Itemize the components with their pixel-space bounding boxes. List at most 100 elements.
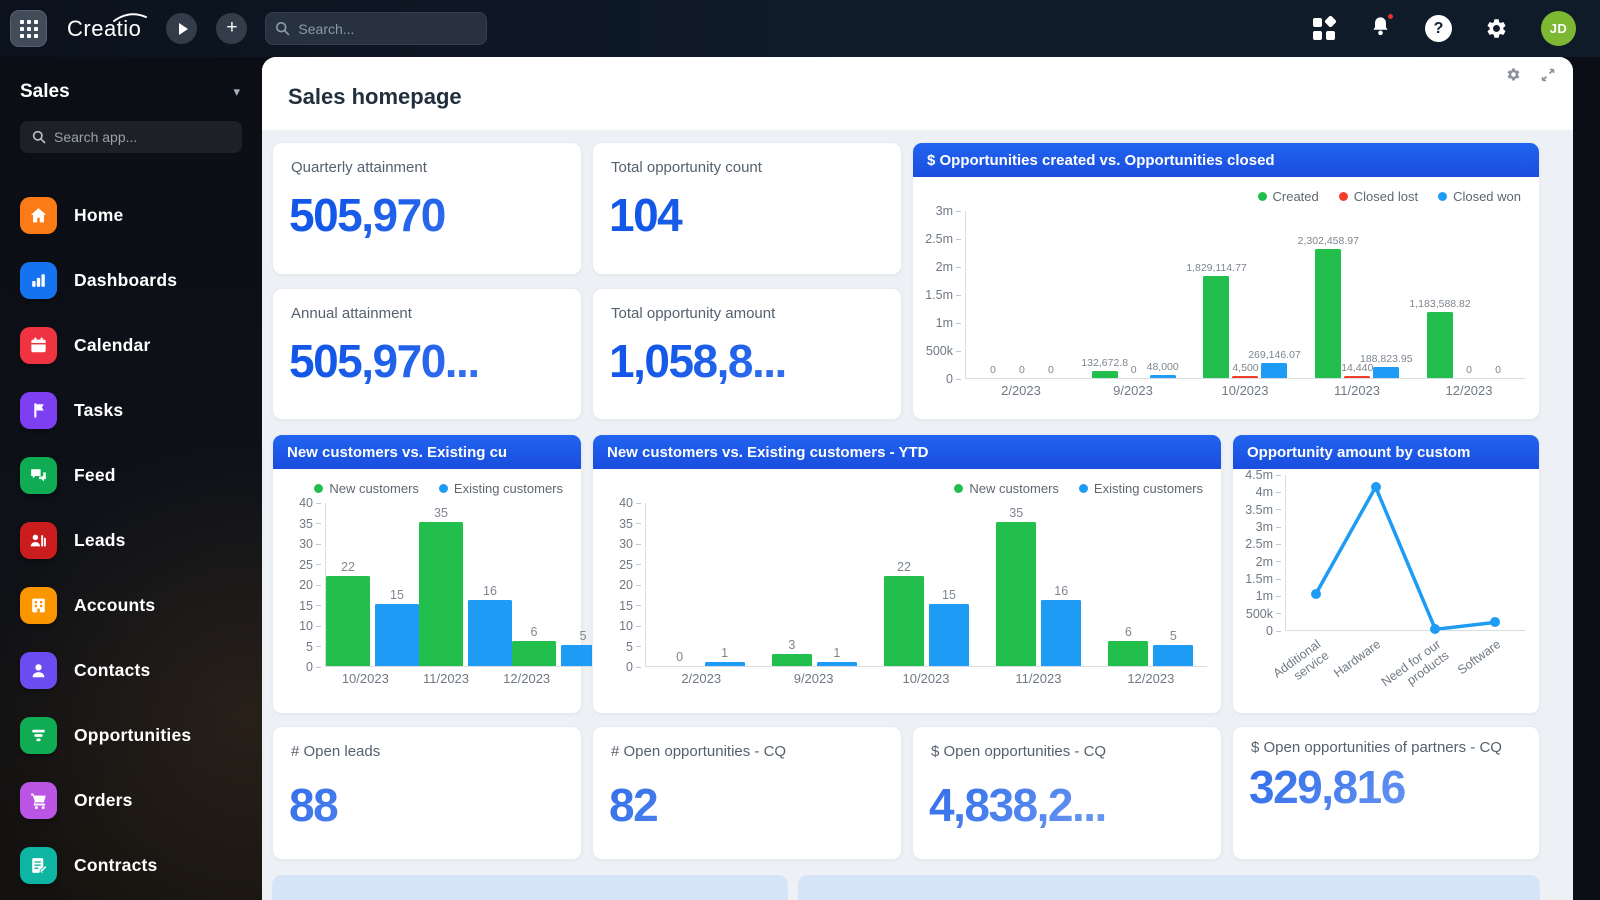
sidebar-item-contacts[interactable]: Contacts xyxy=(0,638,262,703)
bar[interactable] xyxy=(884,576,924,666)
data-point[interactable] xyxy=(1311,589,1321,599)
user-avatar[interactable]: JD xyxy=(1541,11,1576,46)
chart-new-vs-existing: New customersExisting customers403530252… xyxy=(273,469,581,690)
sidebar-item-dashboards[interactable]: Dashboards xyxy=(0,248,262,313)
chart-title[interactable]: Opportunity amount by custom xyxy=(1233,435,1539,469)
bar[interactable] xyxy=(419,522,463,666)
bar-wrap: 1 xyxy=(705,646,745,666)
bar[interactable] xyxy=(1108,641,1148,666)
bar[interactable] xyxy=(1373,367,1399,378)
x-tick-label: 2/2023 xyxy=(645,671,757,686)
bar-wrap: 2,302,458.97 xyxy=(1315,235,1341,378)
bar-value-label: 35 xyxy=(1009,506,1023,520)
y-tick-label: 25 xyxy=(619,558,641,572)
sidebar-item-contracts[interactable]: Contracts xyxy=(0,833,262,898)
y-tick-label: 5 xyxy=(306,640,321,654)
bar[interactable] xyxy=(929,604,969,666)
bar[interactable] xyxy=(512,641,556,666)
plus-icon: + xyxy=(226,18,237,37)
bar[interactable] xyxy=(1092,371,1118,378)
page-settings-gear-icon[interactable] xyxy=(1506,67,1521,82)
bar[interactable] xyxy=(1261,363,1287,378)
chart-title[interactable]: $ Opportunities created vs. Opportunitie… xyxy=(913,143,1539,177)
bar[interactable] xyxy=(1315,249,1341,378)
y-tick-label: 15 xyxy=(299,599,321,613)
bar[interactable] xyxy=(326,576,370,666)
sidebar-item-leads[interactable]: Leads xyxy=(0,508,262,573)
chart-card-opportunity-amount-by-customer-need: Opportunity amount by custom 4.5m4m3.5m3… xyxy=(1232,434,1540,714)
sidebar-item-calendar[interactable]: Calendar xyxy=(0,313,262,378)
workspace-selector[interactable]: Sales ▾ xyxy=(0,57,262,103)
settings-gear-icon[interactable] xyxy=(1485,17,1508,40)
y-tick-label: 2m xyxy=(1256,555,1281,569)
bar[interactable] xyxy=(1150,375,1176,378)
sidebar-item-orders[interactable]: Orders xyxy=(0,768,262,833)
x-tick-label: 10/2023 xyxy=(325,671,406,686)
app-search-input[interactable] xyxy=(20,121,242,153)
sidebar-item-home[interactable]: Home xyxy=(0,183,262,248)
bar[interactable] xyxy=(1344,376,1370,378)
bar-group: 132,672.8048,000 xyxy=(1078,357,1190,378)
bar-wrap: 0 xyxy=(1121,364,1147,378)
y-tick-label: 20 xyxy=(619,578,641,592)
next-widget-sliver xyxy=(272,875,788,900)
kpi-value: 329,816 xyxy=(1233,758,1539,810)
bar-wrap: 1 xyxy=(817,646,857,666)
data-point[interactable] xyxy=(1371,482,1381,492)
bar[interactable] xyxy=(1427,312,1453,378)
global-search-input[interactable] xyxy=(265,12,487,45)
bar[interactable] xyxy=(1203,276,1229,378)
notifications-button[interactable] xyxy=(1369,15,1392,43)
expand-icon[interactable] xyxy=(1541,68,1555,82)
bar-wrap: 35 xyxy=(996,506,1036,666)
sidebar-item-tasks[interactable]: Tasks xyxy=(0,378,262,443)
sidebar-item-opportunities[interactable]: Opportunities xyxy=(0,703,262,768)
bar-wrap: 1,183,588.82 xyxy=(1427,298,1453,378)
x-tick-label: 12/2023 xyxy=(1095,671,1207,686)
chart-legend: New customersExisting customers xyxy=(599,477,1203,499)
x-axis: Additional serviceHardwareNeed for our p… xyxy=(1285,631,1525,691)
add-new-button[interactable]: + xyxy=(216,13,247,44)
y-tick-label: 2.5m xyxy=(925,232,961,246)
bar-value-label: 188,823.95 xyxy=(1360,353,1413,365)
y-axis: 4035302520151050 xyxy=(279,503,325,667)
y-tick-label: 1.5m xyxy=(1245,572,1281,586)
data-point[interactable] xyxy=(1490,617,1500,627)
bar-wrap: 48,000 xyxy=(1150,361,1176,378)
bar[interactable] xyxy=(1232,376,1258,378)
sidebar-item-label: Feed xyxy=(74,465,116,486)
bar-value-label: 0 xyxy=(990,364,996,376)
bar-wrap: 22 xyxy=(326,560,370,666)
bar[interactable] xyxy=(1153,645,1193,666)
workspaces-icon[interactable] xyxy=(1312,17,1336,41)
legend-item: New customers xyxy=(954,481,1059,496)
chart-title[interactable]: New customers vs. Existing cu xyxy=(273,435,581,469)
sidebar-item-accounts[interactable]: Accounts xyxy=(0,573,262,638)
kpi-title: $ Open opportunities of partners - CQ xyxy=(1233,727,1539,758)
creatio-app: Creatio + ? JD xyxy=(0,0,1600,900)
bar-wrap: 5 xyxy=(1153,629,1193,666)
bar[interactable] xyxy=(375,604,419,666)
notification-badge xyxy=(1386,12,1395,21)
bar-value-label: 0 xyxy=(1019,364,1025,376)
legend-dot xyxy=(1339,192,1348,201)
y-tick-label: 35 xyxy=(299,517,321,531)
sidebar-item-feed[interactable]: Feed xyxy=(0,443,262,508)
chart-title[interactable]: New customers vs. Existing customers - Y… xyxy=(593,435,1221,469)
bar[interactable] xyxy=(772,654,812,666)
kpi-card-open-leads: # Open leads 88 xyxy=(272,726,582,860)
contracts-icon xyxy=(20,847,57,884)
y-tick-label: 25 xyxy=(299,558,321,572)
y-tick-label: 10 xyxy=(299,619,321,633)
bar[interactable] xyxy=(817,662,857,666)
bar[interactable] xyxy=(705,662,745,666)
search-icon xyxy=(31,129,47,145)
bar-value-label: 0 xyxy=(1466,364,1472,376)
bar[interactable] xyxy=(1041,600,1081,666)
run-process-button[interactable] xyxy=(166,13,197,44)
bar[interactable] xyxy=(996,522,1036,666)
bar[interactable] xyxy=(468,600,512,666)
help-button[interactable]: ? xyxy=(1425,15,1452,42)
app-launcher-icon[interactable] xyxy=(10,10,47,47)
chart-plot xyxy=(1285,475,1525,631)
